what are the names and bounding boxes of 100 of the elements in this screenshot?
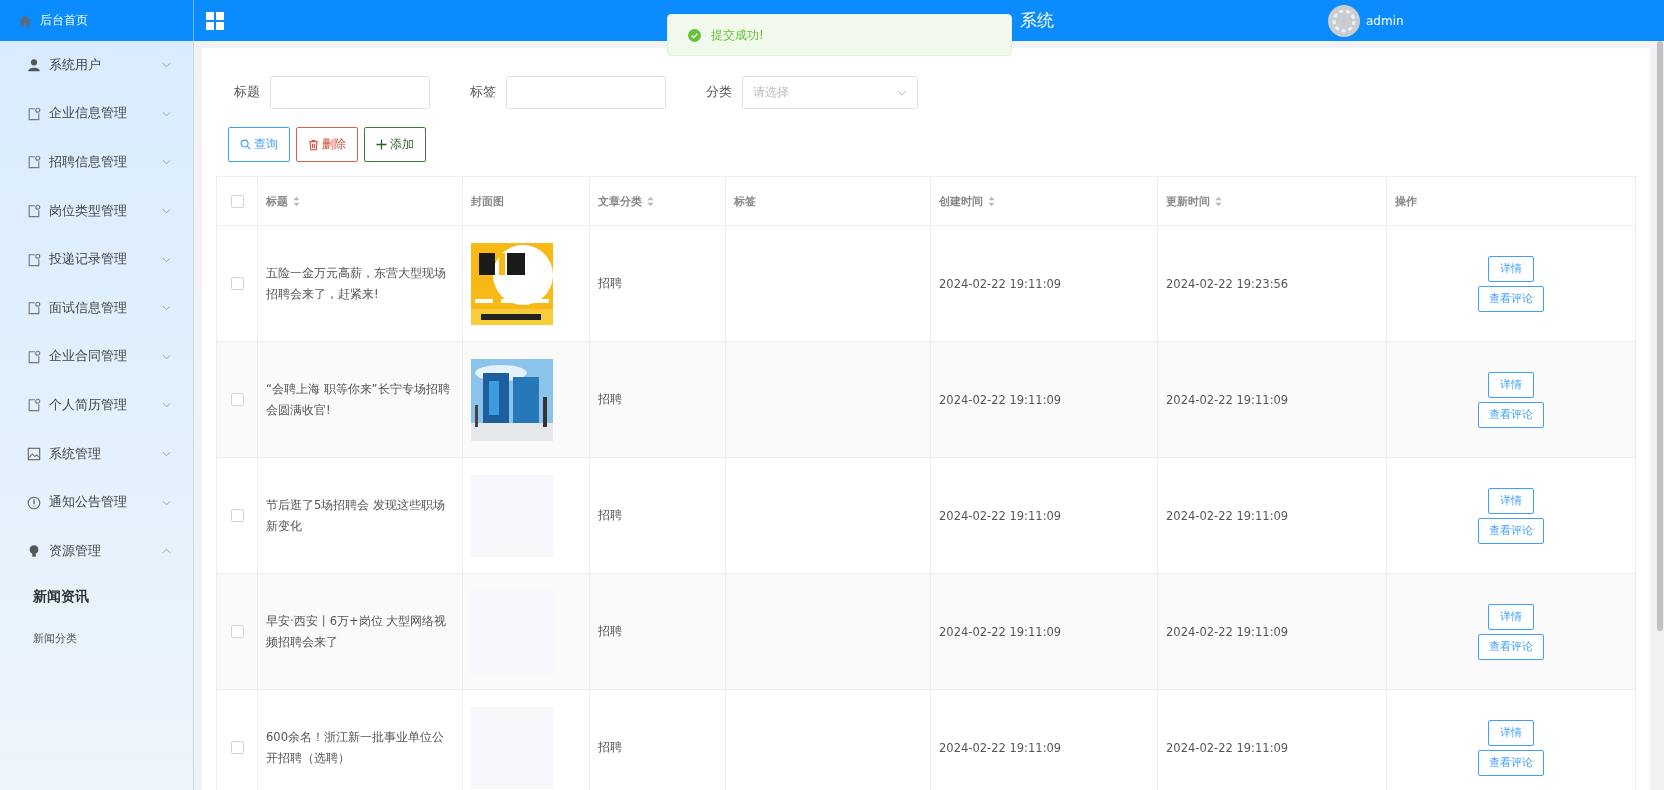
chevron-down-icon [897, 89, 907, 96]
document-icon [27, 398, 41, 413]
detail-button[interactable]: 详情 [1488, 719, 1534, 746]
updated-time: 2024-02-22 19:11:09 [1166, 740, 1289, 755]
home-icon [18, 13, 32, 28]
created-time: 2024-02-22 19:11:09 [939, 740, 1062, 755]
column-header[interactable]: 创建时间 [939, 193, 983, 209]
category-cell: 招聘 [598, 624, 622, 639]
document-icon [27, 349, 41, 364]
comments-button[interactable]: 查看评论 [1478, 633, 1544, 660]
category-cell: 招聘 [598, 740, 622, 755]
row-checkbox[interactable] [230, 393, 244, 406]
chevron-down-icon [162, 451, 171, 458]
menu-item[interactable]: 企业合同管理 [0, 332, 193, 382]
menu-item[interactable]: 通知公告管理 [0, 478, 193, 527]
input-field[interactable] [506, 76, 666, 109]
avatar-icon[interactable] [1328, 4, 1360, 37]
column-header[interactable]: 更新时间 [1166, 193, 1210, 209]
comments-button[interactable]: 查看评论 [1478, 401, 1544, 428]
filter-label: 分类 [706, 84, 732, 101]
row-checkbox[interactable] [230, 625, 244, 638]
updated-time: 2024-02-22 19:11:09 [1166, 508, 1289, 523]
chevron-down-icon [162, 159, 171, 166]
column-header[interactable]: 标题 [266, 193, 288, 209]
comments-button[interactable]: 查看评论 [1478, 517, 1544, 544]
article-title: 600余名！浙江新一批事业单位公开招聘（选聘） [266, 728, 445, 767]
document-icon [27, 204, 41, 219]
article-title: 五险一金万元高薪，东营大型现场招聘会来了，赶紧来! [266, 264, 447, 303]
column-header[interactable]: 文章分类 [598, 193, 642, 209]
sort-icon[interactable] [1215, 195, 1222, 207]
success-icon [688, 28, 701, 42]
select-all-checkbox[interactable] [230, 194, 244, 208]
toast-message: 提交成功! [711, 26, 764, 44]
comments-button[interactable]: 查看评论 [1478, 285, 1544, 312]
sort-icon[interactable] [988, 195, 995, 207]
created-time: 2024-02-22 19:11:09 [939, 508, 1062, 523]
scrollbar[interactable] [1656, 41, 1664, 790]
category-select[interactable]: 请选择 [742, 76, 918, 109]
detail-button[interactable]: 详情 [1488, 371, 1534, 398]
delete-button[interactable]: 删除 [296, 127, 358, 162]
bulb-icon [27, 544, 41, 559]
comments-button[interactable]: 查看评论 [1478, 749, 1544, 776]
menu-item[interactable]: 面试信息管理 [0, 283, 193, 333]
trash-icon [308, 138, 319, 151]
document-icon [27, 106, 41, 121]
search-icon [240, 139, 251, 150]
submenu-item[interactable]: 新闻分类 [0, 617, 193, 660]
detail-button[interactable]: 详情 [1488, 255, 1534, 282]
row-checkbox[interactable] [230, 277, 244, 290]
chevron-down-icon [162, 353, 171, 360]
search-button[interactable]: 查询 [228, 127, 290, 162]
chevron-down-icon [162, 499, 171, 506]
menu-item[interactable]: 岗位类型管理 [0, 186, 193, 236]
chevron-down-icon [162, 62, 171, 69]
filter-label: 标签 [470, 84, 496, 101]
column-header: 封面图 [471, 193, 504, 209]
submenu-item[interactable]: 新闻资讯 [0, 575, 193, 618]
detail-button[interactable]: 详情 [1488, 603, 1534, 630]
chevron-down-icon [162, 208, 171, 215]
image-icon [27, 447, 41, 462]
menu-icon[interactable] [206, 11, 224, 30]
add-button[interactable]: 添加 [364, 127, 426, 162]
article-title: 节后逛了5场招聘会 发现这些职场新变化 [266, 496, 446, 535]
menu-item[interactable]: 个人简历管理 [0, 381, 193, 430]
user-name: admin [1366, 13, 1404, 28]
column-header: 标签 [734, 193, 756, 209]
menu-item[interactable]: 企业信息管理 [0, 89, 193, 139]
document-icon [27, 155, 41, 170]
category-cell: 招聘 [598, 392, 622, 407]
menu-item[interactable]: 投递记录管理 [0, 235, 193, 284]
detail-button[interactable]: 详情 [1488, 487, 1534, 514]
created-time: 2024-02-22 19:11:09 [939, 624, 1062, 639]
category-cell: 招聘 [598, 276, 622, 291]
menu-item[interactable]: 招聘信息管理 [0, 138, 193, 187]
chevron-down-icon [162, 402, 171, 409]
document-icon [27, 301, 41, 316]
input-field[interactable] [270, 76, 430, 109]
chevron-down-icon [162, 305, 171, 312]
article-title: “会聘上海 职等你来”长宁专场招聘会圆满收官! [266, 380, 451, 419]
menu-item[interactable]: 资源管理 [0, 526, 193, 576]
column-header: 操作 [1395, 193, 1417, 209]
chevron-down-icon [162, 256, 171, 263]
updated-time: 2024-02-22 19:11:09 [1166, 624, 1289, 639]
system-title: 系统 [1019, 9, 1055, 32]
sort-icon[interactable] [293, 195, 300, 207]
menu-item[interactable]: 系统用户 [0, 41, 193, 90]
chevron-down-icon [162, 110, 171, 117]
menu-item[interactable]: 系统管理 [0, 429, 193, 479]
updated-time: 2024-02-22 19:23:56 [1166, 276, 1289, 291]
chevron-up-icon [162, 548, 171, 555]
row-checkbox[interactable] [230, 741, 244, 754]
category-cell: 招聘 [598, 508, 622, 523]
article-title: 早安·西安丨6万+岗位 大型网络视频招聘会来了 [266, 612, 448, 651]
sort-icon[interactable] [647, 195, 654, 207]
created-time: 2024-02-22 19:11:09 [939, 392, 1062, 407]
document-icon [27, 252, 41, 267]
info-icon [27, 495, 41, 510]
user-icon [27, 58, 41, 73]
created-time: 2024-02-22 19:11:09 [939, 276, 1062, 291]
row-checkbox[interactable] [230, 509, 244, 522]
